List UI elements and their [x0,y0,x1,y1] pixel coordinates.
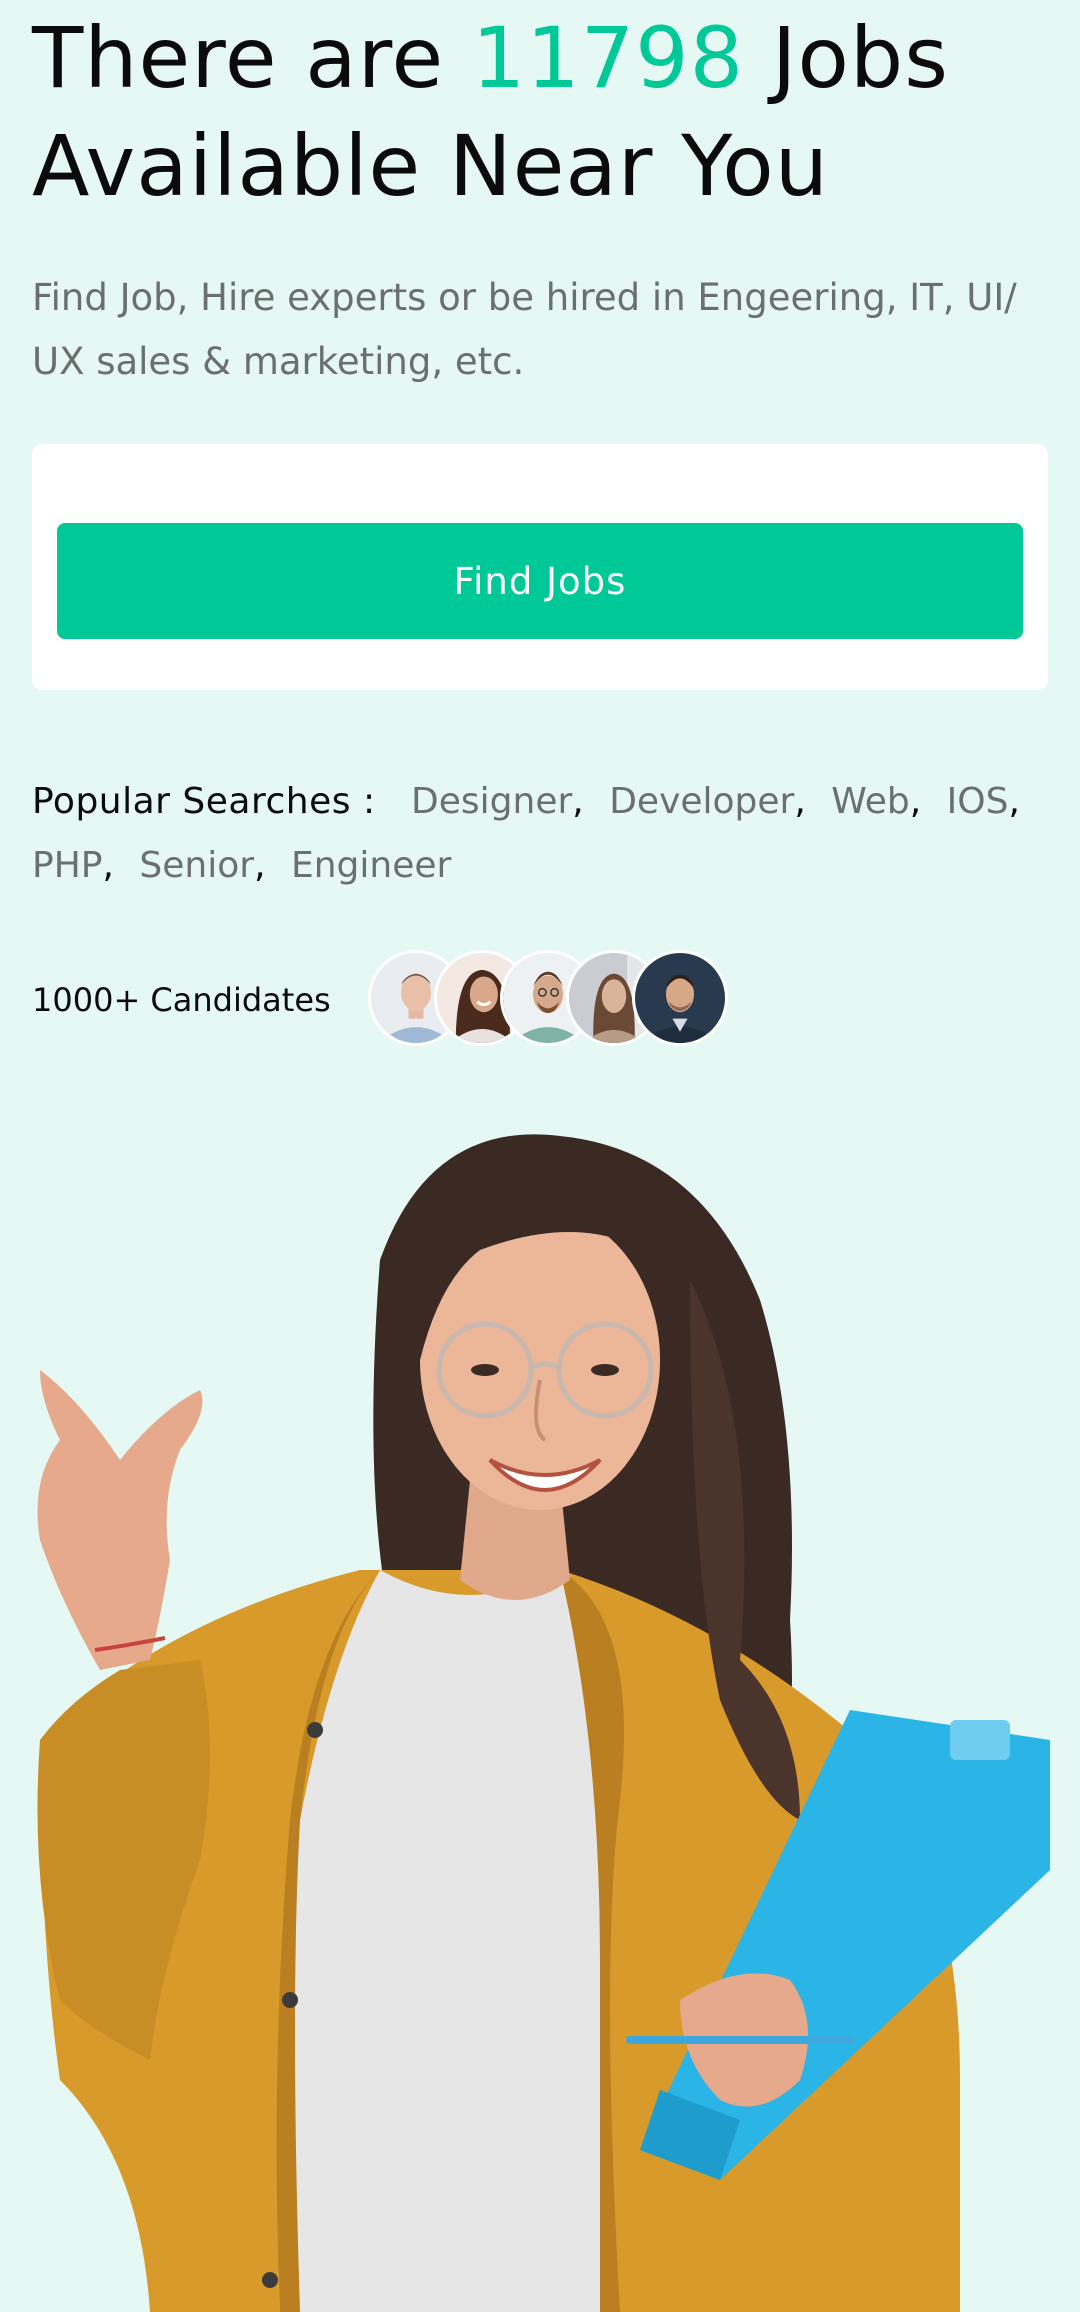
woman-with-clipboard-illustration [37,1134,1050,2312]
job-count: 11798 [471,9,745,107]
hero-woman-image [0,1100,1080,2312]
page-title: There are 11798 Jobs Available Near You [32,4,949,220]
popular-tag-web[interactable]: Web [831,781,910,822]
candidates-count: 1000+ Candidates [32,981,331,1019]
candidate-avatars [368,950,768,1050]
avatar[interactable] [632,950,728,1046]
tag-separator: , [909,781,922,822]
tag-separator: , [254,845,266,886]
popular-tag-developer[interactable]: Developer [609,781,794,822]
popular-tag-ios[interactable]: IOS [947,781,1009,822]
popular-tag-php[interactable]: PHP [32,845,103,886]
tag-separator: , [102,845,114,886]
popular-tag-designer[interactable]: Designer [411,781,572,822]
find-jobs-button[interactable]: Find Jobs [57,523,1023,639]
tag-separator: , [794,781,806,822]
candidates-row: 1000+ Candidates [32,950,1048,1050]
tag-separator: , [572,781,584,822]
search-card: Find Jobs [32,444,1048,690]
popular-searches: Popular Searches : Designer, Developer, … [32,770,1048,898]
popular-tag-senior[interactable]: Senior [139,845,254,886]
headline-prefix: There are [32,9,472,107]
popular-tag-engineer[interactable]: Engineer [291,845,451,886]
headline-line2: Available Near You [32,117,829,215]
tag-separator: , [1008,781,1020,822]
headline-suffix: Jobs [744,9,950,107]
popular-searches-label: Popular Searches : [32,781,376,822]
hero-subtitle: Find Job, Hire experts or be hired in En… [32,276,1017,383]
